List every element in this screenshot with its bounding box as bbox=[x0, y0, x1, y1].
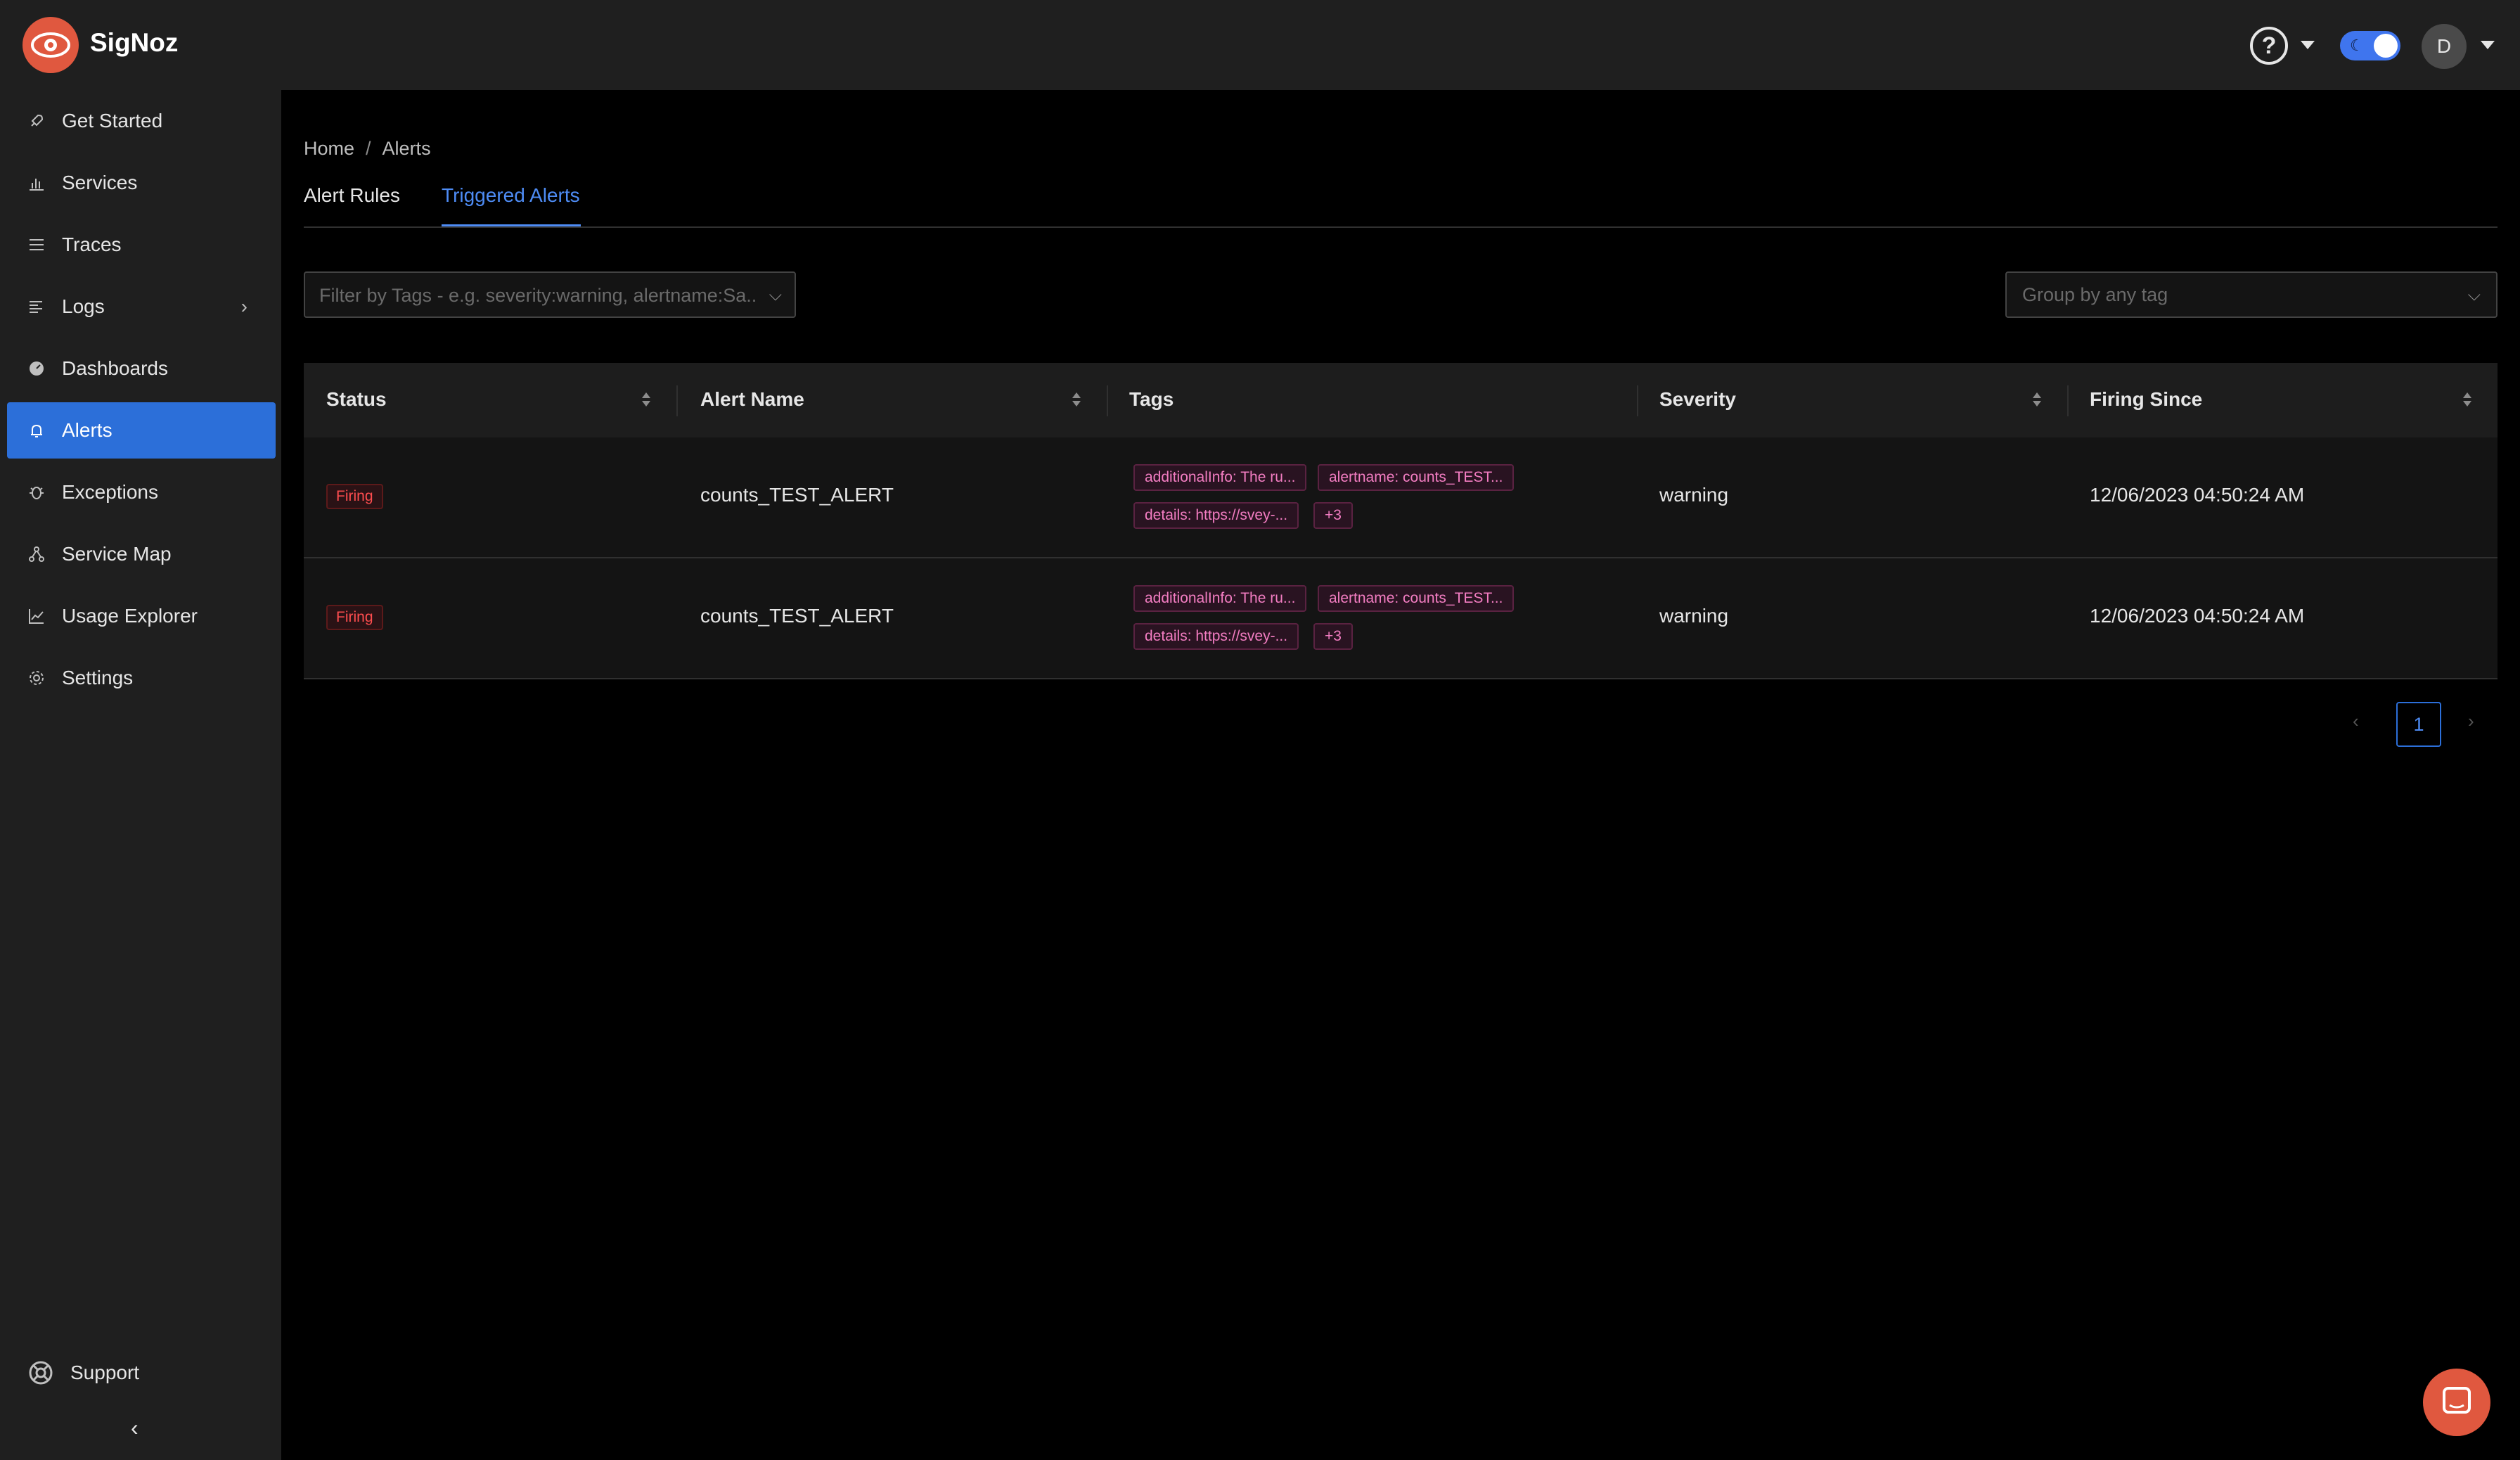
sidebar-item-label: Usage Explorer bbox=[62, 605, 198, 627]
sidebar-item-exceptions[interactable]: Exceptions bbox=[7, 464, 276, 520]
tab-triggered-alerts[interactable]: Triggered Alerts bbox=[442, 184, 580, 207]
theme-toggle[interactable]: ☾ bbox=[2340, 31, 2400, 60]
sidebar-item-label: Settings bbox=[62, 667, 134, 689]
column-divider bbox=[2067, 385, 2069, 416]
firing-since-cell: 12/06/2023 04:50:24 AM bbox=[2090, 605, 2305, 627]
tag-chip: alertname: counts_TEST... bbox=[1318, 585, 1515, 612]
chevron-down-icon[interactable]: ⌵ bbox=[769, 286, 782, 305]
tag-chip: details: https://svey-... bbox=[1133, 623, 1299, 650]
pagination-page[interactable]: 1 bbox=[2396, 702, 2441, 747]
sidebar-item-label: Dashboards bbox=[62, 357, 168, 379]
sidebar-item-service-map[interactable]: Service Map bbox=[7, 526, 276, 582]
sidebar-item-get-started[interactable]: Get Started bbox=[7, 93, 276, 149]
column-header-firing-since[interactable]: Firing Since bbox=[2090, 388, 2202, 411]
breadcrumb-current: Alerts bbox=[382, 138, 431, 159]
rocket-icon bbox=[31, 114, 44, 127]
sidebar-item-services[interactable]: Services bbox=[7, 155, 276, 211]
tag-chip: additionalInfo: The ru... bbox=[1133, 585, 1307, 612]
line-chart-icon bbox=[29, 609, 44, 624]
lifebuoy-icon bbox=[29, 1361, 53, 1385]
brand-name: SigNoz bbox=[90, 28, 179, 57]
group-by-placeholder: Group by any tag bbox=[2022, 284, 2168, 305]
top-header: SigNoz ? ☾ D bbox=[0, 0, 2520, 90]
tag-chip: details: https://svey-... bbox=[1133, 502, 1299, 529]
alert-name-cell: counts_TEST_ALERT bbox=[700, 605, 894, 627]
chat-icon bbox=[2443, 1387, 2471, 1414]
status-badge: Firing bbox=[326, 605, 383, 630]
menu-icon bbox=[30, 239, 44, 250]
group-by-select[interactable]: Group by any tag ⌵ bbox=[2005, 271, 2498, 318]
more-tags-chip[interactable]: +3 bbox=[1313, 502, 1353, 529]
sidebar-item-support[interactable]: Support bbox=[7, 1347, 276, 1397]
pagination-next-icon[interactable]: › bbox=[2468, 710, 2474, 732]
chevron-down-icon: ⌵ bbox=[2467, 286, 2481, 305]
column-divider bbox=[1637, 385, 1638, 416]
sidebar-item-alerts[interactable]: Alerts bbox=[7, 402, 276, 459]
help-icon[interactable]: ? bbox=[2250, 27, 2288, 65]
signoz-logo[interactable] bbox=[22, 17, 79, 73]
sidebar-item-usage-explorer[interactable]: Usage Explorer bbox=[7, 588, 276, 644]
status-badge: Firing bbox=[326, 484, 383, 509]
column-header-severity[interactable]: Severity bbox=[1659, 388, 1736, 411]
tabs-divider bbox=[304, 226, 2498, 228]
sidebar-item-label: Exceptions bbox=[62, 481, 158, 503]
column-header-alert-name[interactable]: Alert Name bbox=[700, 388, 804, 411]
chat-launcher-button[interactable] bbox=[2423, 1369, 2490, 1436]
tag-filter[interactable]: ⌵ bbox=[304, 271, 796, 318]
sort-icon[interactable] bbox=[2032, 391, 2042, 409]
tag-filter-input[interactable] bbox=[319, 283, 755, 308]
collapse-sidebar-chevron-icon[interactable]: ‹ bbox=[131, 1415, 139, 1441]
moon-icon: ☾ bbox=[2350, 37, 2364, 54]
sidebar: Get Started Services Traces Logs › Dashb… bbox=[0, 90, 281, 1460]
severity-cell: warning bbox=[1659, 484, 1729, 506]
bug-icon bbox=[30, 487, 44, 499]
more-tags-chip[interactable]: +3 bbox=[1313, 623, 1353, 650]
sidebar-item-label: Services bbox=[62, 172, 138, 193]
column-header-status[interactable]: Status bbox=[326, 388, 387, 411]
table-row[interactable]: Firing counts_TEST_ALERT additionalInfo:… bbox=[304, 437, 2498, 558]
sidebar-item-label: Alerts bbox=[62, 419, 112, 441]
sidebar-item-dashboards[interactable]: Dashboards bbox=[7, 340, 276, 397]
tag-chip: alertname: counts_TEST... bbox=[1318, 464, 1515, 491]
toggle-knob bbox=[2374, 34, 2398, 58]
bar-chart-icon bbox=[30, 179, 44, 191]
firing-since-cell: 12/06/2023 04:50:24 AM bbox=[2090, 484, 2305, 506]
sidebar-item-label: Traces bbox=[62, 233, 122, 255]
column-header-tags: Tags bbox=[1129, 388, 1174, 410]
table-row[interactable]: Firing counts_TEST_ALERT additionalInfo:… bbox=[304, 558, 2498, 679]
table-header: Status Alert Name Tags Severity Firing S… bbox=[304, 363, 2498, 437]
sidebar-item-settings[interactable]: Settings bbox=[7, 650, 276, 706]
breadcrumb-home[interactable]: Home bbox=[304, 138, 354, 159]
deployment-unit-icon bbox=[29, 546, 44, 562]
sidebar-item-logs[interactable]: Logs › bbox=[7, 278, 276, 335]
pagination-prev-icon[interactable]: ‹ bbox=[2353, 710, 2359, 732]
user-avatar[interactable]: D bbox=[2422, 24, 2467, 69]
severity-cell: warning bbox=[1659, 605, 1729, 627]
user-dropdown-chevron-icon[interactable] bbox=[2481, 41, 2495, 49]
breadcrumb: Home / Alerts bbox=[304, 138, 431, 160]
chevron-right-icon: › bbox=[240, 295, 248, 317]
tag-chip: additionalInfo: The ru... bbox=[1133, 464, 1307, 491]
tab-alert-rules[interactable]: Alert Rules bbox=[304, 184, 400, 207]
column-divider bbox=[1107, 385, 1108, 416]
column-divider bbox=[676, 385, 678, 416]
sidebar-item-label: Get Started bbox=[62, 110, 163, 132]
support-label: Support bbox=[70, 1362, 140, 1383]
sort-icon[interactable] bbox=[1072, 391, 1081, 409]
sidebar-item-traces[interactable]: Traces bbox=[7, 217, 276, 273]
sort-icon[interactable] bbox=[2462, 391, 2472, 409]
alert-name-cell: counts_TEST_ALERT bbox=[700, 484, 894, 506]
dashboard-icon bbox=[30, 361, 44, 376]
breadcrumb-separator: / bbox=[366, 138, 371, 159]
sidebar-item-label: Service Map bbox=[62, 543, 172, 565]
sidebar-item-label: Logs bbox=[62, 295, 105, 317]
align-left-icon bbox=[30, 301, 42, 313]
bell-icon bbox=[31, 424, 42, 437]
help-dropdown-chevron-icon[interactable] bbox=[2301, 41, 2315, 49]
sort-icon[interactable] bbox=[641, 391, 651, 409]
gear-icon bbox=[30, 671, 44, 685]
